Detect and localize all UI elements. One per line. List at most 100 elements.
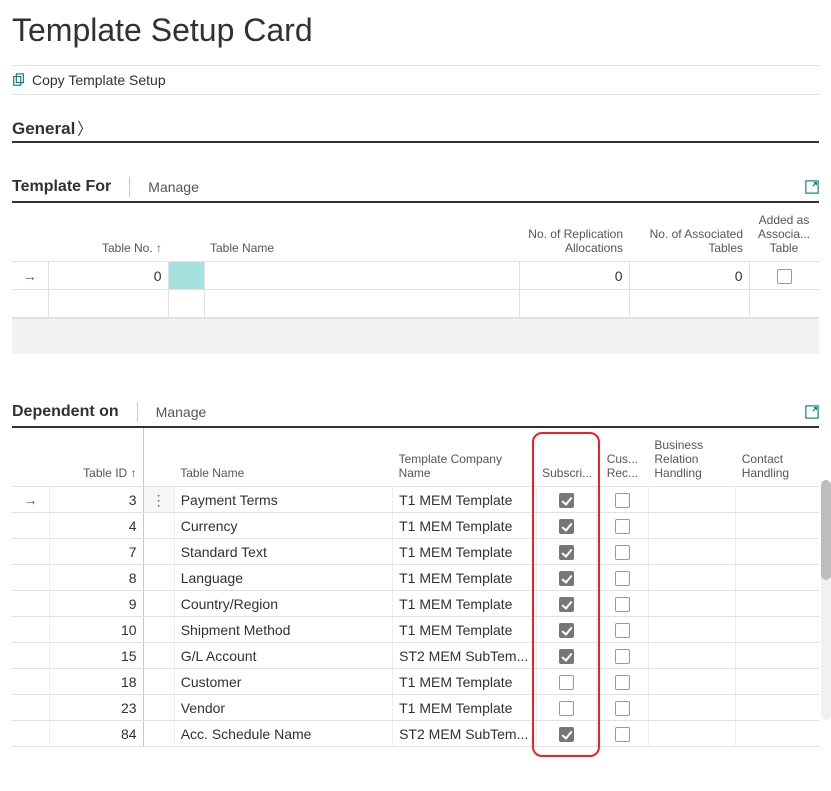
copy-template-setup-action[interactable]: Copy Template Setup [32, 72, 166, 88]
table-row[interactable]: 18 CustomerT1 MEM Template [12, 669, 819, 695]
cell-business-relation-handling[interactable] [648, 591, 735, 617]
col-business-relation-handling[interactable]: Business Relation Handling [648, 428, 735, 487]
cell-template-company-name[interactable]: T1 MEM Template [393, 565, 537, 591]
col-subscribe[interactable]: Subscri... [536, 428, 596, 487]
table-row[interactable]: 4CurrencyT1 MEM Template [12, 513, 819, 539]
table-row-empty[interactable] [12, 290, 819, 318]
cell-table-name[interactable]: Country/Region [174, 591, 392, 617]
cell-table-id[interactable]: 9 [49, 591, 143, 617]
cell-table-name[interactable]: Vendor [174, 695, 392, 721]
cell-table-id[interactable]: 23 [49, 695, 143, 721]
cell-table-name[interactable]: G/L Account [174, 643, 392, 669]
cell-table-name[interactable]: Standard Text [174, 539, 392, 565]
cell-contact-handling[interactable] [736, 721, 819, 747]
cell-table-no[interactable]: 0 [48, 262, 168, 290]
cell-table-id[interactable]: 84 [49, 721, 143, 747]
cell-table-id[interactable]: 8 [49, 565, 143, 591]
cell-subscribe[interactable] [536, 565, 596, 591]
cell-cus-rec[interactable] [596, 513, 648, 539]
cell-table-name[interactable] [204, 262, 519, 290]
cell-template-company-name[interactable]: T1 MEM Template [393, 539, 537, 565]
cell-table-id[interactable]: 18 [49, 669, 143, 695]
cell-contact-handling[interactable] [736, 643, 819, 669]
cell-table-id[interactable]: 10 [49, 617, 143, 643]
table-row[interactable]: 84 Acc. Schedule NameST2 MEM SubTem... [12, 721, 819, 747]
cell-table-name[interactable]: Language [174, 565, 392, 591]
cell-table-name[interactable]: Shipment Method [174, 617, 392, 643]
cell-table-id[interactable]: 4 [49, 513, 143, 539]
cell-selected[interactable] [168, 262, 204, 290]
cell-template-company-name[interactable]: T1 MEM Template [393, 669, 537, 695]
cell-business-relation-handling[interactable] [648, 721, 735, 747]
col-table-name[interactable]: Table Name [204, 203, 519, 262]
cell-table-name[interactable]: Customer [174, 669, 392, 695]
col-template-company-name[interactable]: Template Company Name [393, 428, 537, 487]
cell-contact-handling[interactable] [736, 669, 819, 695]
cell-contact-handling[interactable] [736, 539, 819, 565]
checkbox-icon[interactable] [777, 269, 792, 284]
col-associated-tables[interactable]: No. of Associated Tables [629, 203, 749, 262]
template-for-manage[interactable]: Manage [148, 179, 199, 195]
cell-business-relation-handling[interactable] [648, 669, 735, 695]
checkbox-icon[interactable] [559, 675, 574, 690]
col-added-as-associated[interactable]: Added as Associa... Table [749, 203, 819, 262]
col-cus-rec[interactable]: Cus... Rec... [596, 428, 648, 487]
cell-cus-rec[interactable] [596, 617, 648, 643]
checkbox-icon[interactable] [615, 597, 630, 612]
table-row[interactable]: 9 Country/RegionT1 MEM Template [12, 591, 819, 617]
cell-business-relation-handling[interactable] [648, 539, 735, 565]
cell-contact-handling[interactable] [736, 487, 819, 513]
cell-contact-handling[interactable] [736, 695, 819, 721]
cell-subscribe[interactable] [536, 513, 596, 539]
cell-table-id[interactable]: 3 [49, 487, 143, 513]
cell-table-name[interactable]: Payment Terms [174, 487, 392, 513]
cell-template-company-name[interactable]: T1 MEM Template [393, 695, 537, 721]
cell-added-as-associated[interactable] [749, 262, 819, 290]
cell-business-relation-handling[interactable] [648, 513, 735, 539]
checkbox-icon[interactable] [559, 493, 574, 508]
cell-cus-rec[interactable] [596, 539, 648, 565]
checkbox-icon[interactable] [559, 727, 574, 742]
cell-subscribe[interactable] [536, 721, 596, 747]
checkbox-icon[interactable] [559, 597, 574, 612]
cell-cus-rec[interactable] [596, 669, 648, 695]
cell-contact-handling[interactable] [736, 591, 819, 617]
cell-table-id[interactable]: 15 [49, 643, 143, 669]
cell-table-name[interactable]: Acc. Schedule Name [174, 721, 392, 747]
cell-cus-rec[interactable] [596, 721, 648, 747]
scrollbar-thumb[interactable] [821, 480, 831, 580]
cell-template-company-name[interactable]: T1 MEM Template [393, 513, 537, 539]
checkbox-icon[interactable] [615, 519, 630, 534]
cell-contact-handling[interactable] [736, 617, 819, 643]
col-table-name[interactable]: Table Name [174, 428, 392, 487]
cell-business-relation-handling[interactable] [648, 487, 735, 513]
checkbox-icon[interactable] [615, 727, 630, 742]
row-menu-icon[interactable]: ⋮ [143, 487, 174, 513]
cell-subscribe[interactable] [536, 643, 596, 669]
cell-subscribe[interactable] [536, 591, 596, 617]
table-row[interactable]: 15G/L AccountST2 MEM SubTem... [12, 643, 819, 669]
checkbox-icon[interactable] [559, 571, 574, 586]
cell-cus-rec[interactable] [596, 695, 648, 721]
table-row[interactable]: 10Shipment MethodT1 MEM Template [12, 617, 819, 643]
checkbox-icon[interactable] [615, 571, 630, 586]
table-row[interactable]: →3⋮Payment TermsT1 MEM Template [12, 487, 819, 513]
checkbox-icon[interactable] [615, 649, 630, 664]
cell-subscribe[interactable] [536, 539, 596, 565]
checkbox-icon[interactable] [615, 701, 630, 716]
cell-template-company-name[interactable]: ST2 MEM SubTem... [393, 721, 537, 747]
cell-cus-rec[interactable] [596, 591, 648, 617]
expand-icon[interactable] [805, 180, 819, 194]
cell-associated-tables[interactable]: 0 [629, 262, 749, 290]
cell-cus-rec[interactable] [596, 487, 648, 513]
cell-table-id[interactable]: 7 [49, 539, 143, 565]
cell-contact-handling[interactable] [736, 513, 819, 539]
general-section-header[interactable]: General 〉 [12, 119, 819, 143]
col-replication-allocations[interactable]: No. of Replication Allocations [519, 203, 629, 262]
cell-template-company-name[interactable]: T1 MEM Template [393, 591, 537, 617]
checkbox-icon[interactable] [559, 649, 574, 664]
cell-business-relation-handling[interactable] [648, 617, 735, 643]
cell-cus-rec[interactable] [596, 565, 648, 591]
col-table-no[interactable]: Table No. ↑ [48, 203, 168, 262]
cell-replication-allocations[interactable]: 0 [519, 262, 629, 290]
